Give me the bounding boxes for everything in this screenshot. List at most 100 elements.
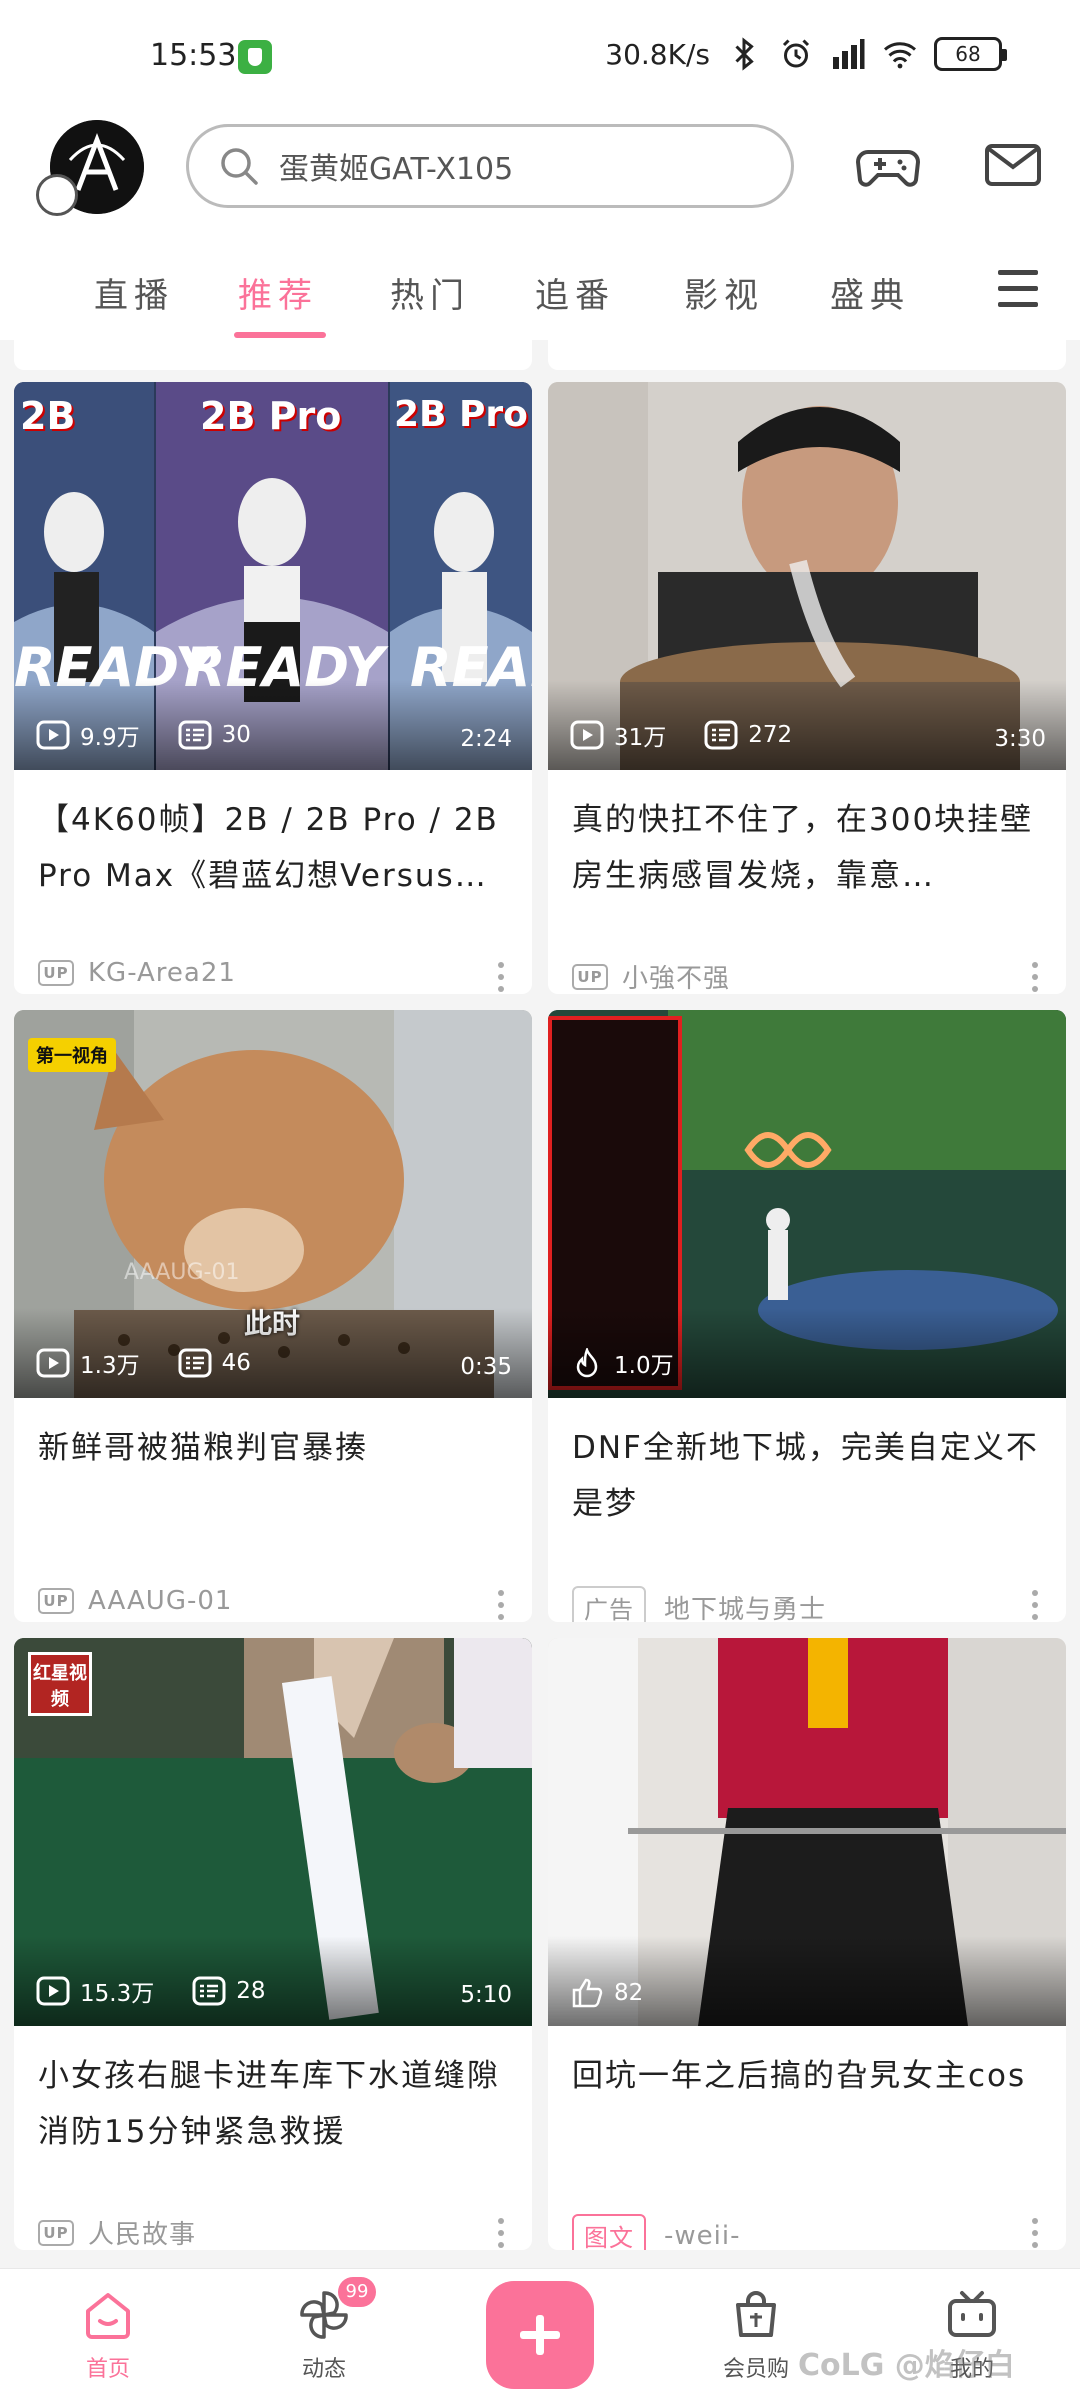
more-options-icon[interactable] [498, 2218, 506, 2250]
author-name[interactable]: 小強不强 [622, 958, 730, 994]
article-thumbnail: 82 [548, 1638, 1066, 2026]
video-duration: 3:30 [994, 726, 1046, 752]
video-meta: UP 小強不强 [572, 958, 730, 994]
like-count: 82 [614, 1980, 644, 2006]
play-count-icon [36, 1348, 70, 1378]
tab-recommend[interactable]: 推荐 [238, 268, 318, 317]
video-duration: 5:10 [460, 1982, 512, 2008]
battery-level: 68 [955, 42, 981, 66]
view-count: 1.3万 [80, 1353, 140, 1379]
advertiser-name[interactable]: 地下城与勇士 [664, 1589, 826, 1622]
article-stats: 82 [570, 1978, 681, 2008]
tv-icon [948, 2291, 996, 2337]
previous-card-stub [548, 340, 1066, 370]
more-options-icon[interactable] [1032, 1590, 1040, 1622]
more-options-icon[interactable] [1032, 962, 1040, 994]
video-thumbnail: 红星视频 15.3万 28 5:10 [14, 1638, 532, 2026]
video-thumbnail: 2B 2B Pro 2B Pro I READY READY READY 9.9… [14, 382, 532, 770]
tab-live[interactable]: 直播 [94, 268, 174, 317]
status-bar: 15:53 30.8K/s 68 [0, 0, 1080, 110]
thumbnail-text: 2B [20, 394, 76, 438]
corner-tag: 第一视角 [28, 1038, 116, 1072]
video-thumbnail: 第一视角 AAAUG-01 此时 1.3万 46 0:35 [14, 1010, 532, 1398]
article-badge: 图文 [572, 2214, 646, 2250]
author-name[interactable]: -weii- [664, 2221, 740, 2251]
thumbs-up-icon [572, 1978, 603, 2008]
search-placeholder: 蛋黄姬GAT-X105 [279, 152, 514, 187]
play-count-icon [36, 720, 70, 750]
nav-mall-label: 会员购 [722, 2357, 789, 2382]
more-options-icon[interactable] [1032, 2218, 1040, 2250]
author-name[interactable]: 人民故事 [88, 2214, 196, 2250]
status-indicators: 30.8K/s 68 [605, 36, 1007, 72]
video-title: 真的快扛不住了，在300块挂壁房生病感冒发烧，靠意… [572, 802, 1034, 894]
video-stats: 1.3万 46 [36, 1346, 289, 1380]
video-stats: 31万 272 [570, 718, 830, 752]
article-card[interactable]: 82 回坑一年之后搞的旮旯女主cos 图文 -weii- [548, 1638, 1066, 2250]
gamepad-icon[interactable] [854, 132, 922, 200]
battery-indicator: 68 [934, 37, 1007, 71]
thumbnail-text: 2B Pro I [394, 394, 532, 435]
fire-icon [576, 1348, 598, 1378]
video-stats: 1.0万 [570, 1346, 712, 1380]
danmaku-icon [192, 1976, 226, 2006]
video-title: 新鲜哥被猫粮判官暴揍 [38, 1430, 368, 1466]
category-tabs: 直播 推荐 热门 追番 影视 盛典 [0, 240, 1080, 340]
nav-home[interactable]: 首页 [48, 2287, 168, 2383]
source-watermark: CoLG @焰仔白 [798, 2348, 1015, 2383]
tab-movies[interactable]: 影视 [684, 268, 764, 317]
net-speed: 30.8K/s [605, 37, 710, 71]
video-card[interactable]: 31万 272 3:30 真的快扛不住了，在300块挂壁房生病感冒发烧，靠意… … [548, 382, 1066, 994]
video-duration: 0:35 [460, 1354, 512, 1380]
create-post-button[interactable] [486, 2281, 594, 2389]
ad-title: DNF全新地下城，完美自定义不是梦 [572, 1430, 1039, 1522]
danmaku-count: 28 [236, 1978, 266, 2004]
menu-icon[interactable] [998, 270, 1038, 310]
tab-hot[interactable]: 热门 [390, 268, 470, 317]
thumbnail-text: 2B Pro [200, 394, 342, 438]
video-stats: 15.3万 28 [36, 1974, 304, 2008]
nav-dynamic-label: 动态 [301, 2357, 346, 2382]
video-feed[interactable]: 2B 2B Pro 2B Pro I READY READY READY 9.9… [0, 340, 1080, 2268]
bluetooth-icon [735, 37, 754, 71]
more-options-icon[interactable] [498, 1590, 506, 1622]
tab-events[interactable]: 盛典 [830, 268, 910, 317]
notification-badge: 99 [338, 2277, 376, 2307]
wifi-icon [884, 42, 916, 69]
video-title: 小女孩右腿卡进车库下水道缝隙 消防15分钟紧急救援 [38, 2058, 500, 2150]
view-count: 31万 [614, 725, 667, 751]
play-count-icon [570, 720, 604, 750]
active-tab-indicator [234, 332, 326, 338]
author-name[interactable]: KG-Area21 [88, 958, 236, 988]
previous-card-stub [14, 340, 532, 370]
video-title: 【4K60帧】2B / 2B Pro / 2B Pro Max《碧蓝幻想Vers… [38, 802, 499, 894]
danmaku-count: 30 [221, 722, 251, 748]
video-thumbnail: 31万 272 3:30 [548, 382, 1066, 770]
search-bar[interactable]: 蛋黄姬GAT-X105 [186, 124, 794, 208]
search-icon [221, 148, 258, 185]
hot-count: 1.0万 [614, 1353, 674, 1379]
video-card[interactable]: 第一视角 AAAUG-01 此时 1.3万 46 0:35 新鲜哥被猫粮判官暴揍… [14, 1010, 532, 1622]
mail-icon[interactable] [982, 134, 1044, 196]
danmaku-icon [178, 1348, 212, 1378]
video-card[interactable]: 红星视频 15.3万 28 5:10 小女孩右腿卡进车库下水道缝隙 消防15分钟… [14, 1638, 532, 2250]
danmaku-icon [704, 720, 738, 750]
status-time: 15:53 [150, 38, 237, 73]
article-meta: 图文 -weii- [572, 2214, 740, 2250]
home-icon [86, 2293, 130, 2339]
channel-logo: 红星视频 [28, 1652, 92, 1716]
alarm-icon [782, 39, 810, 68]
video-meta: UP 人民故事 [38, 2214, 196, 2250]
shopping-bag-icon [736, 2291, 776, 2337]
danmaku-count: 46 [221, 1350, 251, 1376]
top-header: 蛋黄姬GAT-X105 [0, 110, 1080, 240]
video-meta: UP AAAUG-01 [38, 1586, 232, 1616]
video-card[interactable]: 2B 2B Pro 2B Pro I READY READY READY 9.9… [14, 382, 532, 994]
danmaku-icon [178, 720, 212, 750]
ad-meta: 广告 地下城与勇士 [572, 1586, 826, 1622]
ad-card[interactable]: 1.0万 DNF全新地下城，完美自定义不是梦 广告 地下城与勇士 [548, 1010, 1066, 1622]
up-badge: UP [572, 963, 608, 990]
author-name[interactable]: AAAUG-01 [88, 1586, 232, 1616]
tab-anime[interactable]: 追番 [535, 268, 615, 317]
more-options-icon[interactable] [498, 962, 506, 994]
